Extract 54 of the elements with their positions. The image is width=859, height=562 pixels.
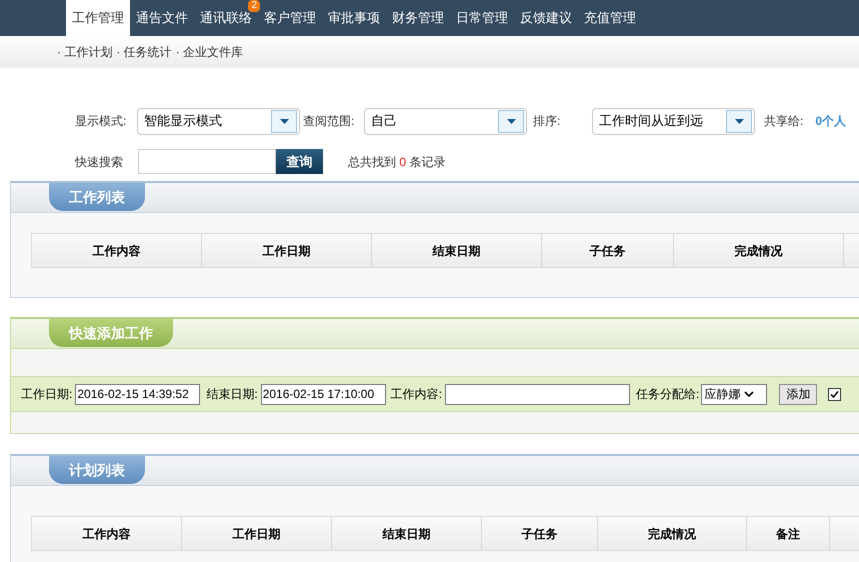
field-label: 共享给: (764, 113, 804, 130)
column-header: 工作日期 (202, 234, 372, 267)
nav-tab[interactable]: 反馈建议 (514, 0, 578, 36)
field-label: 显示模式: (75, 113, 128, 130)
field-label: 排序: (532, 113, 562, 130)
end-date-field[interactable]: 2016-02-15 17:10:00 (260, 384, 386, 404)
column-header: 工作内容 (32, 517, 182, 550)
nav-tab[interactable]: 审批事项 (322, 0, 386, 36)
notification-badge: 2 (248, 0, 260, 12)
nav-tab[interactable]: 工作管理 (66, 0, 130, 36)
field-label: 结束日期: (206, 386, 258, 403)
dropdown[interactable]: 自己 (364, 108, 527, 134)
panel-title: 工作列表 (49, 183, 145, 211)
column-header: 工作内容 (32, 234, 202, 267)
result-summary: 总共找到 0 条记录 (348, 154, 446, 170)
sub-nav-link[interactable]: · 任务统计 (116, 43, 172, 61)
field-label: 工作日期: (21, 386, 72, 403)
chevron-icon (744, 391, 754, 397)
nav-tab[interactable]: 财务管理 (386, 0, 450, 36)
check-icon (830, 390, 840, 398)
nav-tab[interactable]: 客户管理 (258, 0, 322, 36)
assignee-dropdown[interactable]: 应静娜 (701, 384, 768, 404)
work-content-field[interactable] (445, 384, 630, 404)
dropdown[interactable]: 工作时间从近到远 (592, 108, 755, 134)
field-label: 查阅范围: (302, 113, 356, 130)
field-label: 任务分配给: (636, 386, 700, 403)
column-header: 子任务 (542, 234, 674, 267)
column-header: 结束日期 (372, 234, 542, 267)
panel-title: 快速添加工作 (49, 319, 173, 347)
search-field[interactable] (138, 149, 276, 174)
caret-icon (506, 118, 516, 124)
field-label: 工作内容: (390, 386, 442, 403)
share-count-link[interactable]: 0个人 (815, 112, 846, 130)
sub-nav-link[interactable]: · 企业文件库 (176, 43, 244, 61)
search-button[interactable]: 查询 (276, 149, 323, 174)
column-header: 备注 (747, 517, 830, 550)
nav-tab[interactable]: 通讯联络 2 (194, 0, 258, 36)
panel-title: 计划列表 (49, 456, 145, 484)
field-label: 快速搜索 (75, 154, 124, 170)
column-header: 完成情况 (674, 234, 844, 267)
column-header: 工作日期 (182, 517, 332, 550)
nav-tab[interactable]: 充值管理 (578, 0, 642, 36)
nav-tab[interactable]: 日常管理 (450, 0, 514, 36)
dropdown[interactable]: 智能显示模式 (137, 108, 300, 134)
sub-nav-link[interactable]: · 工作计划 (57, 43, 112, 61)
add-button[interactable]: 添加 (779, 384, 818, 404)
start-date-field[interactable]: 2016-02-15 14:39:52 (75, 384, 200, 404)
column-header: 完成情况 (598, 517, 747, 550)
column-header: 子任务 (482, 517, 598, 550)
caret-icon (280, 118, 288, 124)
caret-icon (734, 118, 744, 124)
column-header: 结束日期 (332, 517, 482, 550)
nav-tab[interactable]: 通告文件 (130, 0, 194, 36)
checkbox[interactable] (828, 388, 842, 400)
